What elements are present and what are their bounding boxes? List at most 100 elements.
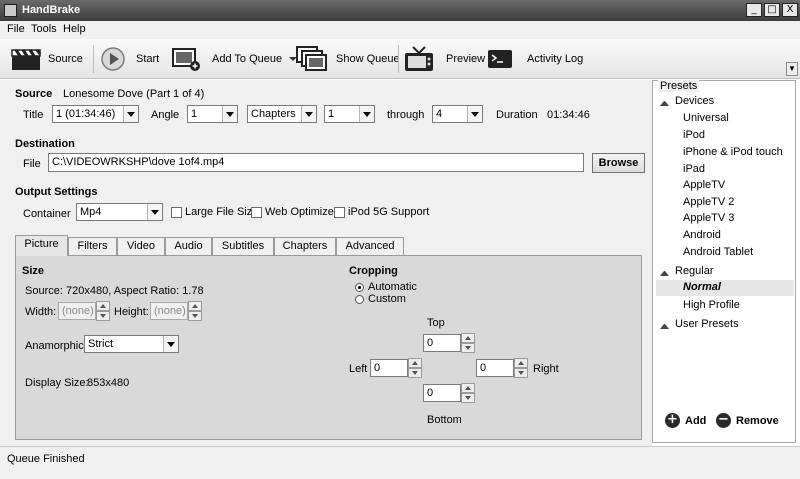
- preset-ipod[interactable]: iPod: [683, 129, 705, 141]
- window-title: HandBrake: [22, 4, 81, 16]
- source-size-label: Source:: [25, 285, 63, 297]
- preset-group-user[interactable]: User Presets: [660, 318, 739, 330]
- large-file-checkbox[interactable]: Large File Size: [171, 206, 258, 218]
- title-select-value: 1 (01:34:46): [56, 108, 116, 120]
- range-type-select[interactable]: Chapters: [247, 105, 317, 123]
- ipod-support-checkbox[interactable]: iPod 5G Support: [334, 206, 429, 218]
- tab-audio[interactable]: Audio: [165, 237, 212, 256]
- minus-icon: −: [716, 413, 731, 428]
- duration-value: 01:34:46: [547, 109, 590, 121]
- source-button[interactable]: Source: [10, 44, 83, 74]
- chevron-down-icon: [163, 336, 178, 352]
- checkbox-box[interactable]: [171, 206, 182, 218]
- crop-left-spinner[interactable]: [408, 358, 422, 378]
- spin-up-icon[interactable]: [461, 333, 475, 343]
- remove-preset-button[interactable]: − Remove: [716, 413, 779, 428]
- anamorphic-select[interactable]: Strict: [84, 335, 179, 353]
- menu-help[interactable]: Help: [63, 23, 86, 35]
- preset-appletv-2[interactable]: AppleTV 2: [683, 196, 734, 208]
- spin-down-icon[interactable]: [461, 393, 475, 403]
- radio-icon[interactable]: [355, 294, 364, 304]
- checkbox-box[interactable]: [251, 206, 262, 218]
- crop-right-spinner[interactable]: [514, 358, 528, 378]
- preset-normal[interactable]: Normal: [656, 280, 794, 296]
- container-select[interactable]: Mp4: [76, 203, 163, 221]
- tab-chapters[interactable]: Chapters: [274, 237, 336, 256]
- tab-picture[interactable]: Picture: [15, 235, 68, 256]
- add-to-queue-button[interactable]: Add To Queue: [172, 44, 298, 74]
- destination-file-input[interactable]: C:\VIDEOWRKSHP\dove 1of4.mp4: [48, 153, 584, 172]
- add-preset-button[interactable]: + Add: [665, 413, 706, 428]
- preset-appletv-3[interactable]: AppleTV 3: [683, 212, 734, 224]
- web-optimized-checkbox[interactable]: Web Optimized: [251, 206, 340, 218]
- range-start-select[interactable]: 1: [324, 105, 375, 123]
- tab-filters[interactable]: Filters: [68, 237, 117, 256]
- spin-up-icon[interactable]: [188, 301, 202, 311]
- preview-label: Preview: [446, 53, 486, 65]
- regular-label: Regular: [675, 265, 714, 277]
- chevron-down-icon: [123, 106, 138, 122]
- preset-ipad[interactable]: iPad: [683, 163, 705, 175]
- spin-down-icon[interactable]: [188, 311, 202, 321]
- spin-down-icon[interactable]: [461, 343, 475, 353]
- collapse-icon[interactable]: [660, 267, 669, 276]
- crop-bottom-input[interactable]: 0: [423, 384, 461, 402]
- menu-tools[interactable]: Tools: [31, 23, 57, 35]
- crop-left-input[interactable]: 0: [370, 359, 408, 377]
- preset-high-profile[interactable]: High Profile: [683, 299, 740, 311]
- browse-button[interactable]: Browse: [592, 153, 645, 173]
- crop-left-label: Left: [349, 363, 368, 375]
- clapperboard-icon: [11, 49, 42, 70]
- preset-appletv[interactable]: AppleTV: [683, 179, 725, 191]
- spin-up-icon[interactable]: [408, 358, 422, 368]
- activity-log-label: Activity Log: [527, 53, 584, 65]
- web-optimized-label: Web Optimized: [265, 206, 340, 218]
- preset-iphone-ipod-touch[interactable]: iPhone & iPod touch: [683, 146, 783, 158]
- crop-top-spinner[interactable]: [461, 333, 475, 353]
- radio-selected-icon[interactable]: [355, 282, 364, 292]
- spin-up-icon[interactable]: [96, 301, 110, 311]
- preset-group-regular[interactable]: Regular: [660, 265, 714, 277]
- crop-right-input[interactable]: 0: [476, 359, 514, 377]
- automatic-radio[interactable]: Automatic: [355, 281, 417, 293]
- crop-bottom-spinner[interactable]: [461, 383, 475, 403]
- range-end-select[interactable]: 4: [432, 105, 483, 123]
- height-spinner[interactable]: [188, 301, 202, 321]
- menu-file[interactable]: File: [7, 23, 25, 35]
- spin-down-icon[interactable]: [514, 368, 528, 378]
- preset-group-devices[interactable]: Devices: [660, 95, 714, 107]
- output-settings-heading: Output Settings: [15, 186, 98, 198]
- close-button[interactable]: X: [782, 3, 798, 17]
- custom-radio[interactable]: Custom: [355, 293, 406, 305]
- activity-log-button[interactable]: Activity Log: [487, 44, 583, 74]
- container-label: Container: [23, 208, 71, 220]
- preset-universal[interactable]: Universal: [683, 112, 729, 124]
- height-input[interactable]: (none): [150, 302, 188, 320]
- spin-down-icon[interactable]: [408, 368, 422, 378]
- crop-top-input[interactable]: 0: [423, 334, 461, 352]
- tab-advanced[interactable]: Advanced: [336, 237, 404, 256]
- collapse-icon[interactable]: [660, 97, 669, 106]
- minimize-button[interactable]: _: [746, 3, 762, 17]
- maximize-button[interactable]: □: [764, 3, 780, 17]
- start-button[interactable]: Start: [100, 44, 159, 74]
- tab-subtitles[interactable]: Subtitles: [212, 237, 274, 256]
- spin-down-icon[interactable]: [96, 311, 110, 321]
- preset-android[interactable]: Android: [683, 229, 721, 241]
- title-select[interactable]: 1 (01:34:46): [52, 105, 139, 123]
- toolbar-overflow-arrow[interactable]: ▼: [786, 62, 798, 76]
- collapse-icon[interactable]: [660, 320, 669, 329]
- checkbox-box[interactable]: [334, 206, 345, 218]
- remove-preset-label: Remove: [736, 414, 779, 427]
- preset-android-tablet[interactable]: Android Tablet: [683, 246, 753, 258]
- devices-label: Devices: [675, 95, 715, 107]
- spin-up-icon[interactable]: [461, 383, 475, 393]
- chevron-down-icon: [147, 204, 162, 220]
- spin-up-icon[interactable]: [514, 358, 528, 368]
- preview-button[interactable]: Preview: [404, 44, 485, 74]
- tab-video[interactable]: Video: [117, 237, 165, 256]
- angle-select[interactable]: 1: [187, 105, 238, 123]
- width-input[interactable]: (none): [58, 302, 96, 320]
- show-queue-button[interactable]: Show Queue: [296, 44, 400, 74]
- width-spinner[interactable]: [96, 301, 110, 321]
